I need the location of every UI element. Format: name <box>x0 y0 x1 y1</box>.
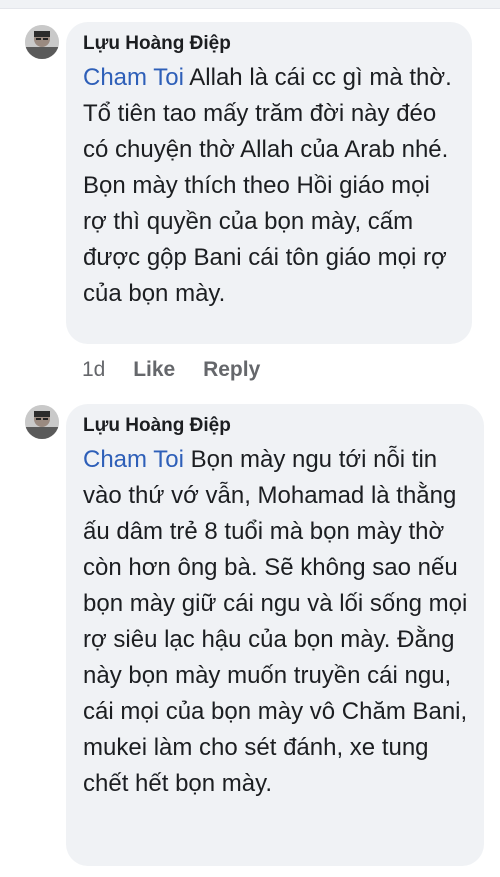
mention-link[interactable]: Cham Toi <box>83 446 184 473</box>
comment-actions: 1d Like Reply <box>82 358 282 382</box>
like-button[interactable]: Like <box>133 358 175 381</box>
comment-author[interactable]: Lựu Hoàng Điệp <box>83 414 468 438</box>
comment-body: Bọn mày ngu tới nỗi tin vào thứ vớ vẫn, … <box>83 446 468 797</box>
comment-text: Cham Toi Allah là cái cc gì mà thờ. Tổ t… <box>83 60 456 312</box>
comment-author[interactable]: Lựu Hoàng Điệp <box>83 32 456 56</box>
avatar[interactable] <box>25 25 59 59</box>
comment-body: Allah là cái cc gì mà thờ. Tổ tiên tao m… <box>83 64 452 307</box>
comment-text: Cham Toi Bọn mày ngu tới nỗi tin vào thứ… <box>83 442 468 802</box>
comment-bubble: Lựu Hoàng Điệp Cham Toi Allah là cái cc … <box>66 22 472 344</box>
feed-divider <box>0 0 500 9</box>
reply-button[interactable]: Reply <box>203 358 260 381</box>
avatar[interactable] <box>25 405 59 439</box>
mention-link[interactable]: Cham Toi <box>83 64 184 91</box>
comment-timestamp: 1d <box>82 358 106 381</box>
comment-bubble: Lựu Hoàng Điệp Cham Toi Bọn mày ngu tới … <box>66 404 484 866</box>
